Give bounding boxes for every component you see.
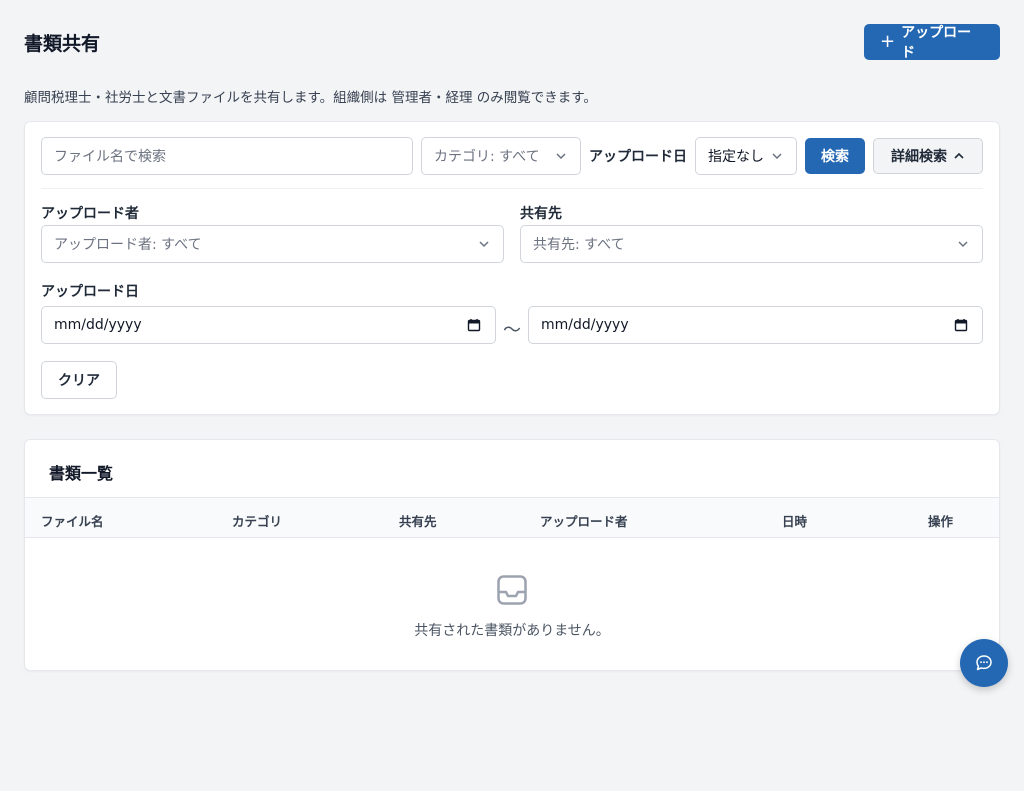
date-to-input[interactable]: mm/dd/yyyy [528,306,983,344]
filter-divider [41,188,983,189]
uploader-label: アップロード者 [41,206,139,222]
chevron-down-icon [479,241,489,248]
uploader-select[interactable]: アップロード者: すべて [41,225,504,263]
upload-date-inline-label: アップロード日 [589,149,687,165]
document-list-panel: 書類一覧 ファイル名 カテゴリ 共有先 アップロード者 日時 操作 共有された書… [24,439,1000,671]
advanced-search-button[interactable]: 詳細検索 [873,138,983,174]
chat-bubble-icon [976,655,992,671]
upload-button[interactable]: + アップロード [864,24,1000,61]
date-range-label: アップロード日 [41,284,139,300]
advanced-search-label: 詳細検索 [891,149,947,165]
date-range-separator: 〜 [503,320,521,341]
upload-date-select-value: 指定なし [708,149,764,165]
list-title: 書類一覧 [49,464,114,483]
clear-button[interactable]: クリア [41,361,117,399]
share-target-label: 共有先 [520,206,562,222]
date-from-input[interactable]: mm/dd/yyyy [41,306,496,344]
search-input-placeholder: ファイル名で検索 [54,149,166,165]
column-header-datetime[interactable]: 日時 [782,511,807,530]
category-select[interactable]: カテゴリ: すべて [421,137,581,175]
search-input[interactable]: ファイル名で検索 [41,137,413,175]
column-header-actions: 操作 [928,514,954,529]
share-target-select[interactable]: 共有先: すべて [520,225,983,263]
column-header-category[interactable]: カテゴリ [232,511,282,530]
plus-icon: + [880,31,896,52]
search-button[interactable]: 検索 [805,138,865,174]
chevron-up-icon [954,152,964,159]
chat-button[interactable] [960,639,1008,687]
column-header-share-target[interactable]: 共有先 [399,511,437,530]
column-header-uploader[interactable]: アップロード者 [540,511,628,530]
category-select-value: カテゴリ: すべて [434,149,540,165]
column-header-filename[interactable]: ファイル名 [41,511,104,530]
upload-button-label: アップロード [901,25,972,61]
share-target-select-value: 共有先: すべて [533,237,625,253]
calendar-icon[interactable] [467,318,481,332]
filter-panel: ファイル名で検索 カテゴリ: すべて アップロード日 指定なし 検索 詳細検索 … [24,121,1000,415]
quick-filter-row: ファイル名で検索 カテゴリ: すべて アップロード日 指定なし 検索 詳細検索 [41,137,983,175]
uploader-select-value: アップロード者: すべて [54,237,202,253]
chevron-down-icon [556,153,566,160]
empty-state-text: 共有された書類がありません。 [414,623,610,639]
page-header: 書類共有 + アップロード [24,24,1000,61]
upload-date-select[interactable]: 指定なし [695,137,797,175]
calendar-icon[interactable] [954,318,968,332]
chevron-down-icon [958,241,968,248]
date-from-value: mm/dd/yyyy [54,317,142,333]
chevron-down-icon [772,153,782,160]
inbox-icon [497,575,527,605]
page-description: 顧問税理士・社労士と文書ファイルを共有します。組織側は 管理者・経理 のみ閲覧で… [24,90,597,106]
date-to-value: mm/dd/yyyy [541,317,629,333]
table-header: ファイル名 カテゴリ 共有先 アップロード者 日時 操作 [25,497,999,538]
page-title: 書類共有 [24,32,101,55]
